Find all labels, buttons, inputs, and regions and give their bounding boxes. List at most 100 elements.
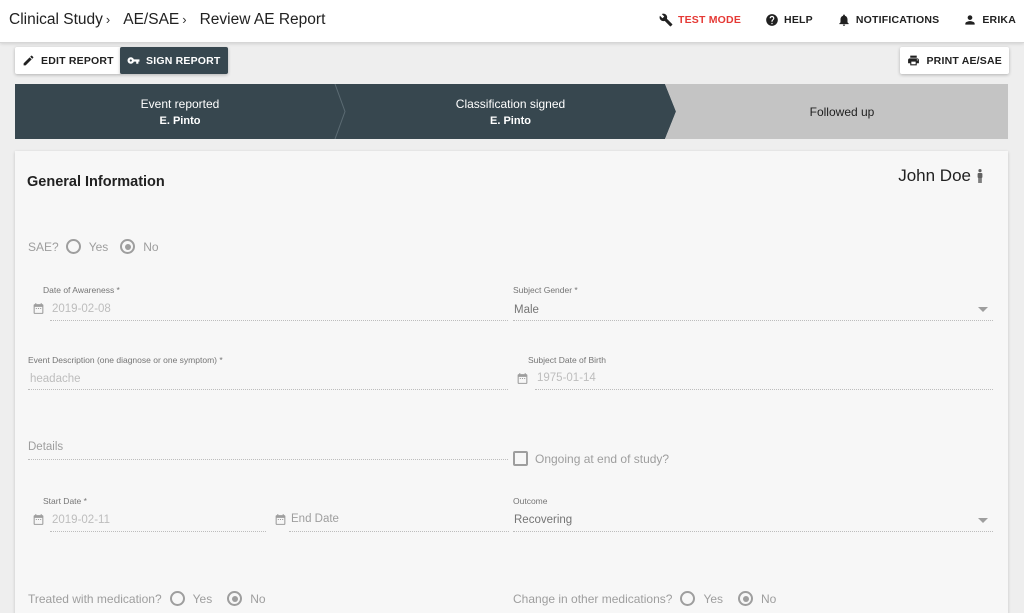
end-date-field[interactable]: End Date	[273, 496, 509, 532]
pencil-icon	[23, 55, 34, 66]
change-meds-yes-radio[interactable]	[680, 591, 696, 606]
treated-yes-radio[interactable]	[169, 591, 185, 606]
field-underline	[513, 531, 993, 532]
step-event-reported: Event reported E. Pinto	[15, 96, 345, 130]
change-in-other-medications-label: Change in other medications?	[513, 591, 673, 606]
event-description-field[interactable]: Event Description (one diagnose or one s…	[28, 355, 508, 391]
field-underline	[28, 389, 508, 390]
help-button[interactable]: HELP	[765, 13, 813, 27]
calendar-icon[interactable]	[516, 372, 529, 385]
date-of-awareness-value: 2019-02-08	[52, 303, 111, 315]
print-ae-sae-button[interactable]: PRINT AE/SAE	[900, 47, 1009, 74]
event-description-label: Event Description (one diagnose or one s…	[28, 355, 223, 365]
outcome-value: Recovering	[514, 514, 573, 526]
subject-gender-label: Subject Gender *	[513, 285, 578, 295]
change-meds-no-radio[interactable]	[738, 591, 754, 606]
step-signer: E. Pinto	[490, 115, 531, 127]
wrench-icon	[659, 13, 673, 27]
report-toolbar: EDIT REPORT SIGN REPORT PRINT AE/SAE	[15, 47, 1009, 74]
general-information-card: General Information John Doe SAE? Yes No…	[15, 151, 1008, 613]
breadcrumb-separator: ›	[105, 12, 111, 27]
details-field[interactable]: Details	[28, 437, 508, 461]
calendar-icon[interactable]	[274, 513, 287, 526]
person-icon	[965, 15, 975, 25]
step-title: Followed up	[809, 105, 875, 119]
details-placeholder: Details	[28, 441, 64, 453]
user-menu-button[interactable]: ERIKA	[963, 13, 1016, 27]
step-classification-signed: Classification signed E. Pinto	[345, 96, 676, 130]
field-underline	[28, 459, 508, 460]
edit-report-label: EDIT REPORT	[41, 54, 114, 67]
date-of-awareness-label: Date of Awareness *	[43, 285, 120, 295]
top-navigation: TEST MODE HELP NOTIFICATIONS ERIKA	[635, 13, 1016, 27]
sae-no-radio[interactable]	[120, 239, 136, 254]
field-underline	[289, 531, 509, 532]
subject-gender-value: Male	[514, 304, 539, 316]
field-underline	[513, 320, 993, 321]
step-followed-up: Followed up	[676, 104, 1008, 121]
sae-yes-label: Yes	[88, 239, 109, 254]
calendar-icon[interactable]	[32, 513, 45, 526]
change-meds-no-label: No	[761, 591, 777, 606]
start-date-value: 2019-02-11	[52, 514, 110, 526]
field-underline	[535, 389, 993, 390]
ongoing-label: Ongoing at end of study?	[535, 452, 670, 466]
dropdown-caret-icon	[978, 518, 988, 523]
field-underline	[50, 320, 508, 321]
treated-no-radio[interactable]	[227, 591, 243, 606]
subject-date-of-birth-value: 1975-01-14	[537, 372, 596, 384]
outcome-label: Outcome	[513, 496, 548, 506]
breadcrumb-ae-sae[interactable]: AE/SAE	[123, 11, 179, 28]
event-description-value: headache	[30, 373, 81, 385]
end-date-placeholder: End Date	[291, 513, 339, 525]
start-date-label: Start Date *	[43, 496, 87, 506]
user-name-label: ERIKA	[982, 14, 1016, 26]
treated-with-medication-label: Treated with medication?	[28, 591, 162, 606]
patient-name: John Doe	[898, 166, 984, 186]
start-date-field[interactable]: Start Date * 2019-02-11	[30, 496, 266, 532]
notifications-label: NOTIFICATIONS	[855, 14, 940, 26]
print-ae-sae-label: PRINT AE/SAE	[926, 54, 1002, 67]
workflow-stepper: Event reported E. Pinto Classification s…	[15, 84, 1008, 139]
subject-gender-select[interactable]: Subject Gender * Male	[513, 285, 993, 321]
step-title: Event reported	[140, 97, 220, 111]
step-title: Classification signed	[455, 97, 566, 111]
treated-yes-label: Yes	[192, 591, 213, 606]
dropdown-caret-icon	[978, 307, 988, 312]
outcome-select[interactable]: Outcome Recovering	[513, 496, 993, 532]
subject-date-of-birth-label: Subject Date of Birth	[528, 355, 606, 365]
edit-report-button[interactable]: EDIT REPORT	[15, 47, 121, 74]
date-of-awareness-field[interactable]: Date of Awareness * 2019-02-08	[30, 285, 508, 321]
printer-icon	[908, 55, 920, 66]
help-label: HELP	[784, 14, 813, 26]
male-person-icon	[977, 169, 983, 183]
key-icon	[127, 57, 140, 64]
calendar-icon[interactable]	[32, 302, 45, 315]
change-in-other-medications-radio-group: Change in other medications? Yes No	[513, 591, 776, 606]
help-circle-icon	[766, 14, 778, 26]
treated-no-label: No	[250, 591, 266, 606]
card-title: General Information	[27, 174, 165, 190]
treated-with-medication-radio-group: Treated with medication? Yes No	[28, 591, 266, 606]
sign-report-button[interactable]: SIGN REPORT	[120, 47, 228, 74]
change-meds-yes-label: Yes	[703, 591, 724, 606]
bell-icon	[839, 14, 849, 26]
step-signer: E. Pinto	[159, 115, 201, 127]
test-mode-label: TEST MODE	[677, 14, 742, 26]
field-underline	[50, 531, 266, 532]
patient-name-text: John Doe	[898, 166, 971, 185]
sae-yes-radio[interactable]	[65, 239, 81, 254]
sae-label: SAE?	[28, 239, 59, 254]
sae-no-label: No	[143, 239, 159, 254]
breadcrumb: Clinical Study › AE/SAE › Review AE Report	[9, 11, 328, 29]
sign-report-label: SIGN REPORT	[146, 54, 221, 67]
subject-date-of-birth-field[interactable]: Subject Date of Birth 1975-01-14	[513, 355, 993, 391]
sae-radio-group: SAE? Yes No	[28, 239, 159, 254]
breadcrumb-clinical-study[interactable]: Clinical Study	[9, 11, 103, 28]
breadcrumb-current-page: Review AE Report	[199, 11, 326, 28]
test-mode-button[interactable]: TEST MODE	[659, 13, 741, 27]
notifications-button[interactable]: NOTIFICATIONS	[837, 13, 939, 27]
breadcrumb-separator: ›	[182, 12, 187, 27]
top-app-bar: Clinical Study › AE/SAE › Review AE Report T…	[0, 0, 1024, 43]
ongoing-checkbox[interactable]	[513, 451, 528, 466]
